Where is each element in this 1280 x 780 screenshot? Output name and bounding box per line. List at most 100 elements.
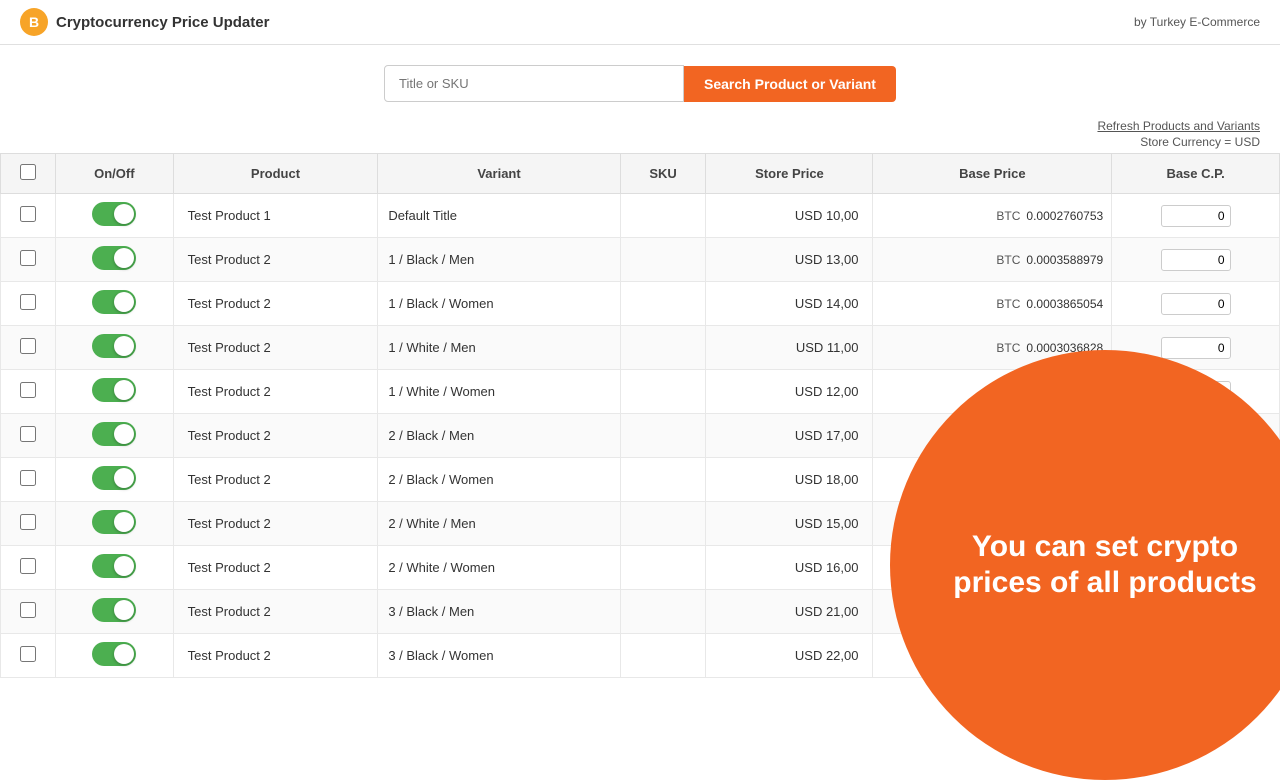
header-byline: by Turkey E-Commerce — [1134, 15, 1260, 29]
row-checkbox[interactable] — [20, 250, 36, 266]
row-variant-name: 1 / Black / Men — [378, 238, 620, 282]
row-store-price: USD 15,00 — [706, 502, 873, 546]
row-checkbox-cell — [1, 634, 56, 678]
table-row: Test Product 21 / Black / Men USD 13,00 BT… — [1, 238, 1280, 282]
base-price-value: 0.0003865054 — [1026, 297, 1103, 311]
row-checkbox[interactable] — [20, 294, 36, 310]
row-toggle-cell — [56, 326, 174, 370]
row-store-price: USD 14,00 — [706, 282, 873, 326]
row-base-cp — [1112, 282, 1280, 326]
base-price-currency: BTC — [996, 209, 1020, 223]
row-product-name: Test Product 2 — [173, 502, 378, 546]
row-toggle[interactable] — [92, 290, 136, 314]
row-sku — [620, 502, 706, 546]
row-checkbox-cell — [1, 194, 56, 238]
row-store-price: USD 21,00 — [706, 590, 873, 634]
row-toggle-cell — [56, 238, 174, 282]
row-base-cp — [1112, 194, 1280, 238]
row-product-name: Test Product 2 — [173, 634, 378, 678]
row-toggle[interactable] — [92, 510, 136, 534]
row-variant-name: 1 / White / Men — [378, 326, 620, 370]
row-store-price: USD 13,00 — [706, 238, 873, 282]
row-checkbox-cell — [1, 326, 56, 370]
base-price-value: 0.0002760753 — [1026, 209, 1103, 223]
row-store-price: USD 11,00 — [706, 326, 873, 370]
row-variant-name: 2 / White / Women — [378, 546, 620, 590]
row-variant-name: 1 / Black / Women — [378, 282, 620, 326]
row-product-name: Test Product 2 — [173, 370, 378, 414]
row-variant-name: 2 / White / Men — [378, 502, 620, 546]
base-price-currency: BTC — [996, 297, 1020, 311]
row-toggle[interactable] — [92, 378, 136, 402]
row-checkbox[interactable] — [20, 646, 36, 662]
row-toggle[interactable] — [92, 554, 136, 578]
row-product-name: Test Product 1 — [173, 194, 378, 238]
promo-text: You can set crypto prices of all product… — [950, 529, 1260, 601]
col-store-price: Store Price — [706, 154, 873, 194]
row-checkbox[interactable] — [20, 470, 36, 486]
base-price-currency: BTC — [996, 253, 1020, 267]
search-button[interactable]: Search Product or Variant — [684, 66, 896, 102]
row-toggle[interactable] — [92, 642, 136, 666]
base-cp-input[interactable] — [1161, 293, 1231, 315]
row-product-name: Test Product 2 — [173, 238, 378, 282]
row-sku — [620, 546, 706, 590]
col-checkbox — [1, 154, 56, 194]
base-cp-input[interactable] — [1161, 205, 1231, 227]
row-checkbox[interactable] — [20, 514, 36, 530]
row-checkbox-cell — [1, 458, 56, 502]
row-toggle[interactable] — [92, 422, 136, 446]
row-toggle-cell — [56, 634, 174, 678]
row-sku — [620, 326, 706, 370]
search-area: Search Product or Variant — [0, 45, 1280, 112]
row-product-name: Test Product 2 — [173, 458, 378, 502]
row-checkbox[interactable] — [20, 426, 36, 442]
row-checkbox[interactable] — [20, 382, 36, 398]
base-cp-input[interactable] — [1161, 337, 1231, 359]
row-sku — [620, 634, 706, 678]
row-checkbox[interactable] — [20, 558, 36, 574]
table-row: Test Product 21 / Black / Women USD 14,00… — [1, 282, 1280, 326]
row-product-name: Test Product 2 — [173, 282, 378, 326]
row-variant-name: 1 / White / Women — [378, 370, 620, 414]
app-logo: B — [20, 8, 48, 36]
base-cp-input[interactable] — [1161, 249, 1231, 271]
base-price-value: 0.0003588979 — [1026, 253, 1103, 267]
row-store-price: USD 22,00 — [706, 634, 873, 678]
row-sku — [620, 458, 706, 502]
row-toggle[interactable] — [92, 202, 136, 226]
row-checkbox[interactable] — [20, 206, 36, 222]
row-toggle-cell — [56, 282, 174, 326]
col-base-cp: Base C.P. — [1112, 154, 1280, 194]
row-toggle-cell — [56, 414, 174, 458]
row-product-name: Test Product 2 — [173, 326, 378, 370]
row-sku — [620, 282, 706, 326]
col-on-off: On/Off — [56, 154, 174, 194]
row-store-price: USD 12,00 — [706, 370, 873, 414]
row-sku — [620, 238, 706, 282]
row-product-name: Test Product 2 — [173, 590, 378, 634]
currency-info: Store Currency = USD — [0, 135, 1260, 149]
select-all-checkbox[interactable] — [20, 164, 36, 180]
row-store-price: USD 18,00 — [706, 458, 873, 502]
row-toggle-cell — [56, 502, 174, 546]
base-price-currency: BTC — [996, 341, 1020, 355]
row-checkbox-cell — [1, 414, 56, 458]
header-left: B Cryptocurrency Price Updater — [20, 8, 269, 36]
row-toggle-cell — [56, 370, 174, 414]
search-input[interactable] — [384, 65, 684, 102]
row-toggle-cell — [56, 546, 174, 590]
row-toggle-cell — [56, 194, 174, 238]
row-toggle[interactable] — [92, 246, 136, 270]
table-header: On/Off Product Variant SKU Store Price B… — [1, 154, 1280, 194]
row-toggle[interactable] — [92, 334, 136, 358]
table-row: Test Product 1Default TitleUSD 10,00BTC0… — [1, 194, 1280, 238]
row-variant-name: 3 / Black / Women — [378, 634, 620, 678]
row-toggle[interactable] — [92, 466, 136, 490]
col-variant: Variant — [378, 154, 620, 194]
row-checkbox[interactable] — [20, 338, 36, 354]
row-checkbox[interactable] — [20, 602, 36, 618]
row-store-price: USD 17,00 — [706, 414, 873, 458]
refresh-link[interactable]: Refresh Products and Variants — [1097, 119, 1260, 133]
row-toggle[interactable] — [92, 598, 136, 622]
